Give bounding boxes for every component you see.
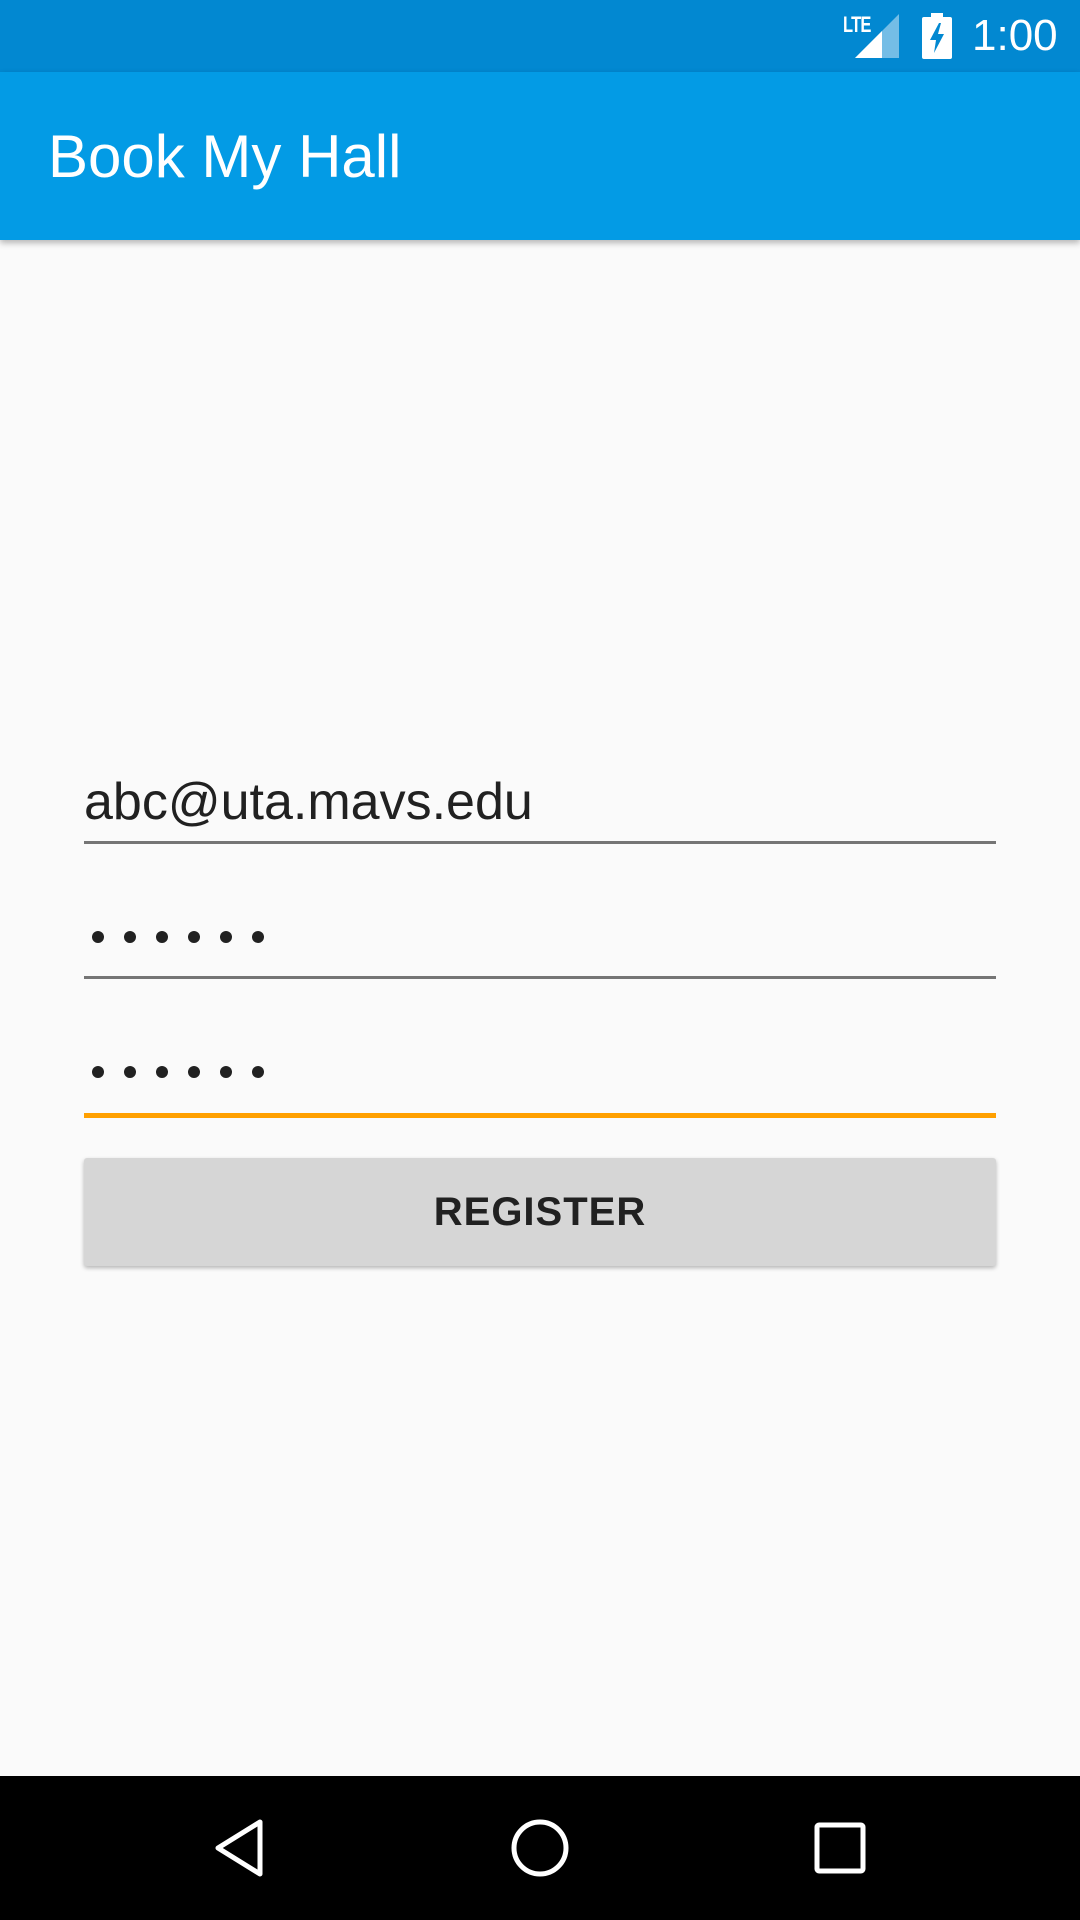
status-bar: LTE 1:00 [0,0,1080,72]
app-bar: Book My Hall [0,72,1080,240]
email-value: abc@uta.mavs.edu [84,773,533,831]
mask-dot [252,931,264,943]
mask-dot [188,931,200,943]
navigation-bar [0,1776,1080,1920]
confirm-password-masked-value [92,1030,284,1114]
mask-dot [156,1066,168,1078]
signal-icon [855,14,899,58]
mask-dot [188,1066,200,1078]
password-masked-value [92,895,284,979]
register-button-label: REGISTER [433,1189,647,1234]
home-icon[interactable] [508,1816,572,1880]
mask-dot [92,931,104,943]
confirm-password-underline-focused [84,1113,996,1118]
password-field[interactable] [84,895,996,979]
email-field[interactable]: abc@uta.mavs.edu [84,760,996,844]
mask-dot [124,931,136,943]
confirm-password-field[interactable] [84,1030,996,1118]
app-title: Book My Hall [48,123,402,190]
mask-dot [220,931,232,943]
register-button[interactable]: REGISTER [84,1158,996,1266]
password-underline [84,976,996,979]
mask-dot [156,931,168,943]
mask-dot [252,1066,264,1078]
clock: 1:00 [972,11,1058,60]
email-underline [84,841,996,844]
mask-dot [124,1066,136,1078]
recents-icon[interactable] [808,1816,872,1880]
mask-dot [220,1066,232,1078]
back-icon[interactable] [208,1816,272,1880]
mask-dot [92,1066,104,1078]
battery-charging-icon [922,13,952,59]
